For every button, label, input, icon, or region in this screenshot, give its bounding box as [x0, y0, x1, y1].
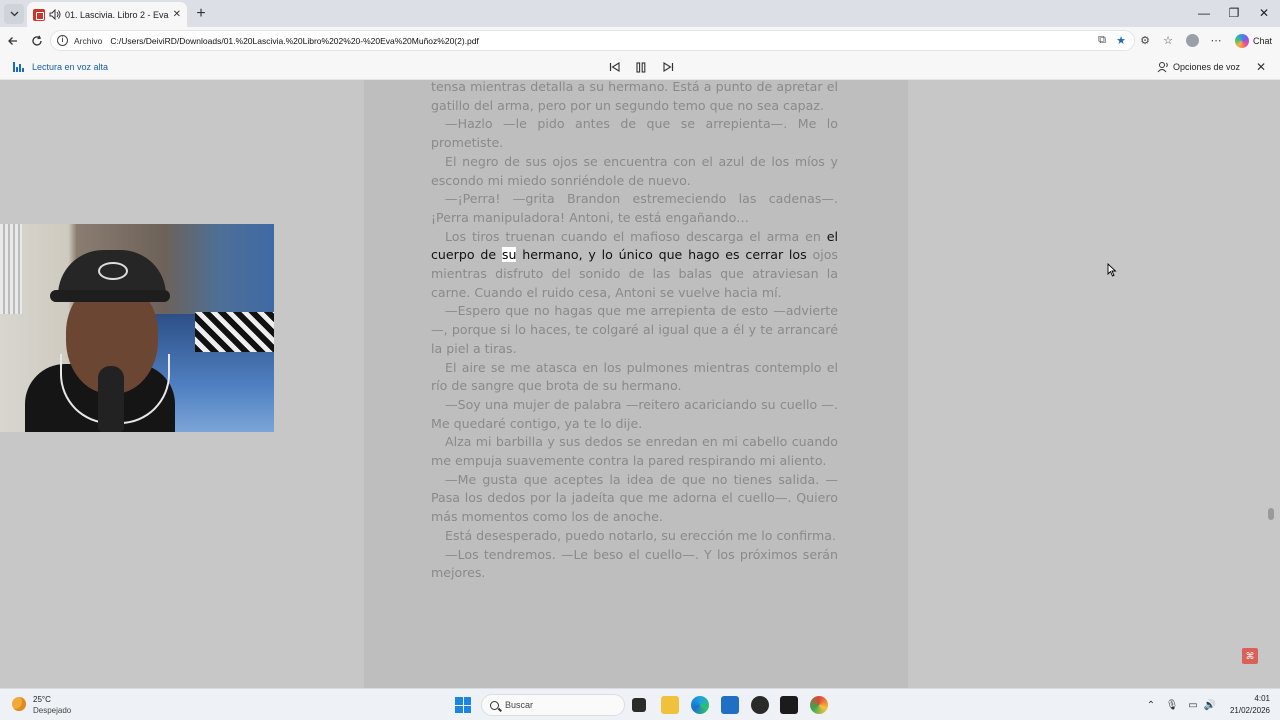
pdf-page: tensa mientras detalla a su hermano. Est…: [364, 80, 908, 688]
chat-label: Chat: [1253, 35, 1273, 46]
weather-description[interactable]: Despejado: [33, 706, 71, 715]
file-explorer-icon[interactable]: [661, 696, 679, 714]
tab-strip: 01. Lascivia. Libro 2 - Eva Muñoz (2).pd…: [0, 0, 1280, 27]
weather-moon-icon[interactable]: [12, 697, 26, 711]
page-paragraph: Está desesperado, puedo notarlo, su erec…: [445, 527, 836, 543]
clock-date[interactable]: 21/02/2026: [1228, 706, 1270, 715]
page-paragraph: El aire se me atasca en los pulmones mie…: [431, 359, 838, 394]
reading-paragraph: Los tiros truenan cuando el mafioso desc…: [431, 228, 838, 303]
address-toolbar: i Archivo C:/Users/DeiviRD/Downloads/01.…: [0, 27, 1280, 54]
chevron-down-icon: [10, 11, 18, 17]
back-button[interactable]: [2, 30, 24, 52]
network-icon[interactable]: ▭: [1186, 698, 1200, 712]
page-paragraph: —¡Perra! —grita Brandon estremeciendo la…: [431, 191, 838, 225]
read-aloud-icon: [13, 62, 25, 72]
skip-previous-icon: [609, 62, 620, 72]
obs-icon[interactable]: [751, 696, 769, 714]
edge-icon[interactable]: [691, 696, 709, 714]
acrobat-icon[interactable]: ⌘: [1242, 648, 1258, 664]
pause-icon: [636, 61, 646, 73]
copilot-icon: [1235, 33, 1249, 48]
read-aloud-bar: Lectura en voz alta Opciones de voz ✕: [0, 54, 1280, 80]
mouse-cursor-icon: [1107, 263, 1117, 277]
scrollbar-thumb[interactable]: [1268, 508, 1274, 520]
clock-time[interactable]: 4:01: [1248, 694, 1270, 703]
copilot-chat-button[interactable]: Chat: [1232, 31, 1276, 50]
skip-next-icon: [662, 62, 673, 72]
search-label: Buscar: [505, 700, 534, 710]
minimize-button[interactable]: —: [1187, 3, 1221, 23]
weather-temperature[interactable]: 25°C: [33, 695, 51, 704]
tab-close-button[interactable]: ✕: [173, 9, 181, 20]
close-read-aloud-button[interactable]: ✕: [1253, 59, 1269, 75]
new-tab-button[interactable]: +: [191, 4, 211, 24]
cap-brim: [50, 290, 170, 302]
pause-button[interactable]: [633, 59, 649, 75]
previous-paragraph-button[interactable]: [606, 59, 622, 75]
chevron-up-icon[interactable]: ⌃: [1144, 698, 1158, 712]
page-text: tensa mientras detalla a su hermano. Est…: [431, 80, 838, 583]
more-menu-icon[interactable]: ⋯: [1208, 32, 1224, 48]
air-conditioner: [0, 224, 22, 314]
store-icon[interactable]: [721, 696, 739, 714]
task-view-icon[interactable]: [632, 698, 646, 712]
refresh-icon: [32, 35, 42, 46]
voice-options-icon: [1156, 60, 1170, 74]
tab-list-button[interactable]: [4, 4, 24, 24]
page-paragraph: tensa mientras detalla a su hermano. Est…: [431, 80, 838, 113]
immersive-reader-icon[interactable]: ⧉: [1094, 32, 1110, 48]
read-aloud-label: Lectura en voz alta: [32, 62, 109, 72]
page-paragraph: —Me gusta que aceptes la idea de que no …: [431, 471, 838, 525]
page-paragraph: —Hazlo —le pido antes de que se arrepien…: [431, 116, 838, 151]
address-url[interactable]: C:/Users/DeiviRD/Downloads/01.%20Lascivi…: [110, 36, 479, 46]
page-paragraph: —Espero que no hagas que me arrepienta d…: [431, 303, 838, 356]
webcam-overlay: [0, 224, 274, 432]
search-icon: [490, 700, 499, 710]
taskbar-search[interactable]: Buscar: [481, 694, 625, 716]
cap-logo: [98, 262, 128, 280]
capcut-icon[interactable]: [780, 696, 798, 714]
current-line-suffix: hermano, y lo único que hago es cerrar l…: [516, 247, 807, 263]
profile-avatar[interactable]: [1184, 32, 1200, 48]
address-scheme: Archivo: [74, 35, 103, 46]
tab-pdf[interactable]: 01. Lascivia. Libro 2 - Eva Muñoz (2).pd…: [27, 2, 187, 27]
windows-taskbar: 25°C Despejado Buscar ⌃ 🎙 ▭ 🔊 4:01 21/02…: [0, 688, 1280, 720]
page-paragraph: —Los tendremos. —Le beso el cuello—. Y l…: [431, 546, 838, 581]
voice-options-button[interactable]: Opciones de voz: [1173, 62, 1240, 72]
close-window-button[interactable]: ✕: [1247, 3, 1280, 23]
pdf-file-icon: [33, 8, 45, 21]
restore-button[interactable]: ❐: [1217, 3, 1251, 23]
address-bar[interactable]: i Archivo C:/Users/DeiviRD/Downloads/01.…: [50, 30, 1135, 51]
back-arrow-icon: [8, 37, 17, 45]
speaker-icon: [49, 9, 61, 20]
reading-paragraph-start: Los tiros truenan cuando el mafioso desc…: [445, 228, 821, 244]
volume-icon[interactable]: 🔊: [1203, 698, 1217, 712]
tab-title: 01. Lascivia. Libro 2 - Eva Muñoz (2).pd…: [65, 9, 169, 20]
microphone: [98, 366, 124, 432]
favorites-icon[interactable]: ☆: [1160, 32, 1176, 48]
info-icon[interactable]: i: [57, 35, 68, 46]
next-paragraph-button[interactable]: [660, 59, 676, 75]
page-paragraph: Alza mi barbilla y sus dedos se enredan …: [431, 434, 838, 469]
page-paragraph: El negro de sus ojos se encuentra con el…: [431, 153, 838, 188]
chrome-icon[interactable]: [810, 696, 828, 714]
refresh-button[interactable]: [26, 30, 48, 52]
page-paragraph: —Soy una mujer de palabra —reitero acari…: [431, 396, 838, 431]
extensions-icon[interactable]: ⚙: [1137, 32, 1153, 48]
zebra-pillow: [195, 312, 274, 352]
microphone-icon[interactable]: 🎙: [1165, 698, 1179, 712]
current-word: su: [501, 247, 517, 263]
favorite-star-icon[interactable]: ★: [1113, 32, 1129, 48]
close-icon: ✕: [1255, 60, 1267, 74]
start-button[interactable]: [455, 697, 471, 713]
